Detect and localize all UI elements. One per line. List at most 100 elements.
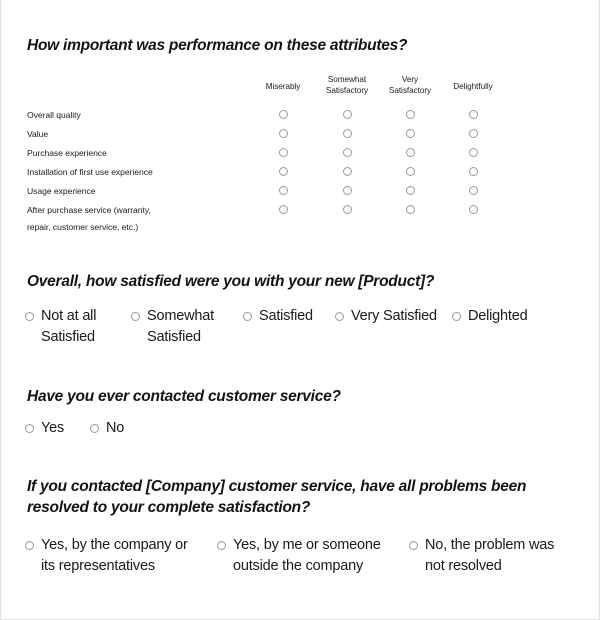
matrix-row-label: After purchase service (warranty, repair… <box>27 204 151 234</box>
table-row: Usage experience <box>1 183 600 202</box>
matrix-radio-miserably[interactable] <box>278 167 288 176</box>
matrix-radio-somewhat-satisfactory[interactable] <box>342 167 352 176</box>
matrix-radio-somewhat-satisfactory[interactable] <box>342 186 352 195</box>
radio-icon[interactable] <box>25 424 34 433</box>
matrix-radio-delightfully[interactable] <box>468 167 478 176</box>
option-label: Very Satisfied <box>351 306 437 327</box>
matrix-column-header-line1: Very <box>401 75 419 84</box>
option-label-line1: Yes, by the company or <box>41 537 188 553</box>
option-label-line1: Yes <box>41 420 65 436</box>
table-row: Purchase experience <box>1 145 600 164</box>
option-label-line1: Very Satisfied <box>351 308 437 324</box>
question-heading-overall-satisfaction: Overall, how satisfied were you with you… <box>27 273 435 290</box>
matrix-row-label-line1: Installation of first use experience <box>27 167 153 177</box>
matrix-radio-miserably[interactable] <box>278 186 288 195</box>
radio-icon[interactable] <box>217 541 226 550</box>
radio-icon[interactable] <box>90 424 99 433</box>
option-resolved-by-company[interactable]: Yes, by the company or its representativ… <box>25 535 217 577</box>
matrix-radio-miserably[interactable] <box>278 148 288 157</box>
option-label-line1: Delighted <box>468 308 528 324</box>
option-label: Yes, by the company or its representativ… <box>41 535 188 577</box>
option-label-line2: not resolved <box>425 558 502 575</box>
radio-icon[interactable] <box>131 312 140 321</box>
matrix-radio-somewhat-satisfactory[interactable] <box>342 110 352 119</box>
option-row-contacted-customer-service: Yes No <box>25 418 124 439</box>
matrix-row-label: Value <box>27 128 48 140</box>
matrix-row-label: Usage experience <box>27 185 96 197</box>
matrix-row-label: Overall quality <box>27 109 81 121</box>
matrix-radio-delightfully[interactable] <box>468 148 478 157</box>
option-not-at-all-satisfied[interactable]: Not at all Satisfied <box>25 306 131 348</box>
radio-icon[interactable] <box>452 312 461 321</box>
question-heading-attributes: How important was performance on these a… <box>27 37 408 54</box>
matrix-radio-somewhat-satisfactory[interactable] <box>342 205 352 214</box>
option-resolved-by-me-or-someone-outside[interactable]: Yes, by me or someone outside the compan… <box>217 535 409 577</box>
matrix-row-label-line1: Value <box>27 129 49 139</box>
survey-form-page: How important was performance on these a… <box>0 0 600 620</box>
question-heading-problems-resolved: If you contacted [Company] customer serv… <box>27 478 527 516</box>
option-label-line1: Not at all <box>41 308 97 324</box>
matrix-row-label-line1: Usage experience <box>27 186 96 196</box>
matrix-radio-somewhat-satisfactory[interactable] <box>342 148 352 157</box>
option-label: Somewhat Satisfied <box>147 306 214 348</box>
matrix-column-header-line2: Satisfactory <box>388 86 432 96</box>
option-row-overall-satisfaction: Not at all Satisfied Somewhat Satisfied … <box>25 306 585 348</box>
matrix-rows: Overall quality Value Purchase experienc… <box>1 107 600 232</box>
option-yes[interactable]: Yes <box>25 418 90 439</box>
table-row: Value <box>1 126 600 145</box>
matrix-radio-very-satisfactory[interactable] <box>405 205 415 214</box>
option-label-line1: Yes, by me or someone <box>233 537 381 553</box>
option-very-satisfied[interactable]: Very Satisfied <box>335 306 452 327</box>
matrix-radio-very-satisfactory[interactable] <box>405 186 415 195</box>
matrix-radio-very-satisfactory[interactable] <box>405 129 415 138</box>
option-somewhat-satisfied[interactable]: Somewhat Satisfied <box>131 306 243 348</box>
matrix-row-label-line1: Purchase experience <box>27 148 107 158</box>
matrix-radio-very-satisfactory[interactable] <box>405 110 415 119</box>
option-label: No <box>106 418 124 439</box>
option-label: No, the problem was not resolved <box>425 535 554 577</box>
option-label-line1: Somewhat <box>147 308 214 324</box>
option-label: Satisfied <box>259 306 313 327</box>
option-label-line1: Satisfied <box>259 308 313 324</box>
option-label: Not at all Satisfied <box>41 306 96 348</box>
table-row: Overall quality <box>1 107 600 126</box>
matrix-column-header-line1: Somewhat <box>327 75 367 84</box>
option-label: Delighted <box>468 306 528 327</box>
radio-icon[interactable] <box>243 312 252 321</box>
radio-icon[interactable] <box>409 541 418 550</box>
option-label: Yes <box>41 418 64 439</box>
matrix-radio-miserably[interactable] <box>278 129 288 138</box>
matrix-radio-delightfully[interactable] <box>468 186 478 195</box>
matrix-row-label: Installation of first use experience <box>27 166 153 178</box>
matrix-radio-very-satisfactory[interactable] <box>405 148 415 157</box>
option-label-line1: No <box>106 420 125 436</box>
matrix-radio-delightfully[interactable] <box>468 129 478 138</box>
option-label: Yes, by me or someone outside the compan… <box>233 535 381 577</box>
radio-icon[interactable] <box>335 312 344 321</box>
radio-icon[interactable] <box>25 541 34 550</box>
matrix-column-headers: Miserably Somewhat Satisfactory Very Sat… <box>1 72 600 102</box>
matrix-radio-very-satisfactory[interactable] <box>405 167 415 176</box>
option-label-line2: Satisfied <box>41 329 95 346</box>
question-heading-contacted-customer-service: Have you ever contacted customer service… <box>27 388 341 405</box>
matrix-radio-miserably[interactable] <box>278 205 288 214</box>
matrix-radio-delightfully[interactable] <box>468 110 478 119</box>
matrix-radio-somewhat-satisfactory[interactable] <box>342 129 352 138</box>
table-row: Installation of first use experience <box>1 164 600 183</box>
matrix-row-label-line1: Overall quality <box>27 110 81 120</box>
option-satisfied[interactable]: Satisfied <box>243 306 335 327</box>
matrix-column-header-line2: Satisfactory <box>325 86 369 96</box>
radio-icon[interactable] <box>25 312 34 321</box>
matrix-radio-delightfully[interactable] <box>468 205 478 214</box>
option-delighted[interactable]: Delighted <box>452 306 552 327</box>
matrix-column-header-line1: Delightfully <box>453 82 493 91</box>
option-row-problems-resolved: Yes, by the company or its representativ… <box>25 535 585 577</box>
matrix-row-label: Purchase experience <box>27 147 107 159</box>
option-label-line2: its representatives <box>41 558 155 575</box>
option-not-resolved[interactable]: No, the problem was not resolved <box>409 535 574 577</box>
option-label-line1: No, the problem was <box>425 537 555 553</box>
option-label-line2: Satisfied <box>147 329 201 346</box>
table-row: After purchase service (warranty, repair… <box>1 202 600 232</box>
option-no[interactable]: No <box>90 418 124 439</box>
matrix-radio-miserably[interactable] <box>278 110 288 119</box>
